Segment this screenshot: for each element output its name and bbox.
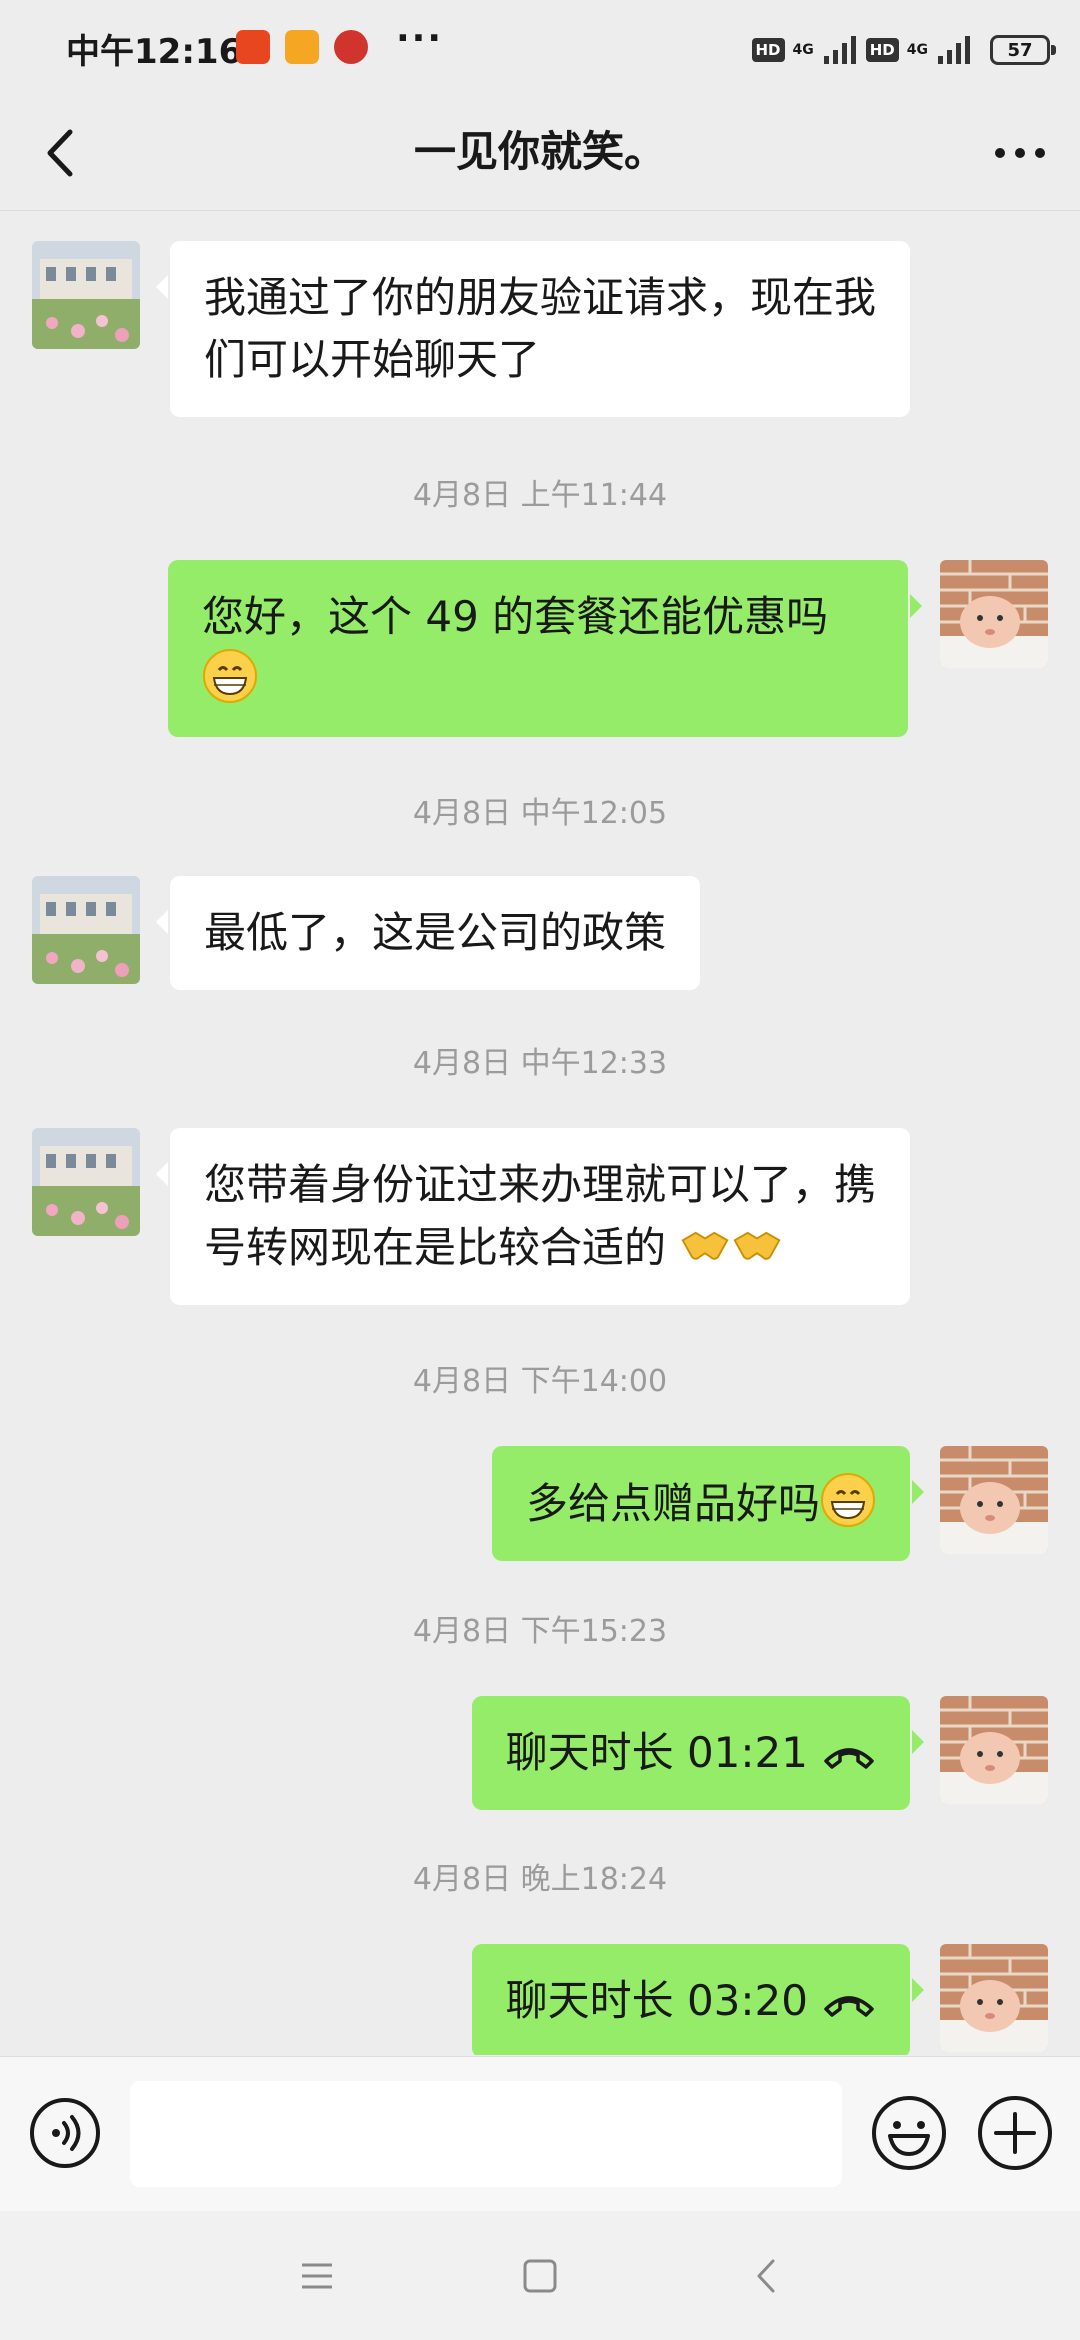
message-timestamp: 4月8日 下午15:23 bbox=[412, 1614, 668, 1649]
status-bar: 中午12:16 ··· HD 4G HD 4G 57 bbox=[0, 0, 1080, 96]
message-text: 您好，这个 49 的套餐还能优惠吗 bbox=[202, 592, 829, 641]
handshake-emoji-icon bbox=[681, 1231, 729, 1260]
handshake-emoji-icon bbox=[733, 1231, 781, 1260]
contact-avatar[interactable] bbox=[32, 241, 140, 349]
chat-title: 一见你就笑。 bbox=[413, 127, 666, 176]
status-time: 中午12:16 bbox=[66, 32, 243, 72]
emoji-icon[interactable] bbox=[870, 2094, 948, 2172]
message-bubble-outgoing[interactable]: 多给点赠品好吗 bbox=[491, 1446, 925, 1561]
phone-hangup-icon bbox=[824, 1748, 874, 1769]
battery-icon: 57 bbox=[990, 35, 1056, 65]
message-bubble-incoming[interactable]: 您带着身份证过来办理就可以了，携号转网现在是比较合适的 bbox=[156, 1128, 910, 1305]
plus-icon[interactable] bbox=[976, 2094, 1054, 2172]
back-triangle-icon[interactable] bbox=[743, 2251, 793, 2301]
message-bubble-outgoing[interactable]: 您好，这个 49 的套餐还能优惠吗 bbox=[168, 560, 922, 737]
message-text: 我通过了你的朋友验证请求，现在我们可以开始聊天了 bbox=[204, 273, 877, 384]
call-duration-text: 聊天时长 01:21 bbox=[505, 1728, 808, 1777]
call-record-bubble[interactable]: 聊天时长 01:21 bbox=[471, 1696, 925, 1810]
contact-avatar[interactable] bbox=[32, 1128, 140, 1236]
home-icon[interactable] bbox=[515, 2251, 565, 2301]
signal-icon bbox=[938, 36, 970, 64]
system-navigation-bar bbox=[0, 2211, 1080, 2340]
message-timestamp: 4月8日 晚上18:24 bbox=[412, 1862, 668, 1897]
app-notification-icon bbox=[285, 30, 319, 64]
chat-header: 一见你就笑。 bbox=[0, 96, 1080, 211]
my-avatar[interactable] bbox=[940, 1446, 1048, 1554]
message-text: 多给点赠品好吗 bbox=[525, 1479, 820, 1528]
status-more-icon: ··· bbox=[396, 18, 444, 59]
voice-icon[interactable] bbox=[28, 2096, 102, 2170]
message-text: 最低了，这是公司的政策 bbox=[204, 908, 667, 957]
call-duration-text: 聊天时长 03:20 bbox=[505, 1976, 808, 2025]
call-record-bubble[interactable]: 聊天时长 03:20 bbox=[471, 1944, 925, 2055]
chat-input-bar bbox=[0, 2056, 1080, 2211]
phone-hangup-icon bbox=[824, 1996, 874, 2017]
message-timestamp: 4月8日 下午14:00 bbox=[412, 1364, 668, 1399]
message-timestamp: 4月8日 中午12:33 bbox=[412, 1046, 668, 1081]
app-notification-icon bbox=[236, 30, 270, 64]
network-type: 4G bbox=[906, 42, 928, 58]
grin-emoji-icon bbox=[203, 649, 257, 703]
my-avatar[interactable] bbox=[940, 560, 1048, 668]
my-avatar[interactable] bbox=[940, 1944, 1048, 2052]
message-list[interactable]: 我通过了你的朋友验证请求，现在我们可以开始聊天了 4月8日 上午11:44 您好… bbox=[0, 212, 1080, 2055]
message-bubble-incoming[interactable]: 我通过了你的朋友验证请求，现在我们可以开始聊天了 bbox=[156, 241, 910, 417]
message-input[interactable] bbox=[130, 2081, 842, 2187]
message-timestamp: 4月8日 上午11:44 bbox=[412, 478, 668, 513]
hd-badge: HD bbox=[751, 38, 785, 62]
hd-badge: HD bbox=[865, 38, 899, 62]
grin-emoji-icon bbox=[821, 1473, 875, 1527]
app-notification-icon bbox=[334, 30, 368, 64]
status-indicators: HD 4G HD 4G 57 bbox=[751, 30, 1056, 70]
more-dots-icon[interactable] bbox=[980, 118, 1060, 188]
message-timestamp: 4月8日 中午12:05 bbox=[412, 796, 668, 831]
signal-icon bbox=[823, 36, 856, 64]
network-type: 4G bbox=[792, 42, 814, 58]
message-bubble-incoming[interactable]: 最低了，这是公司的政策 bbox=[155, 876, 701, 990]
contact-avatar[interactable] bbox=[32, 876, 140, 984]
menu-icon[interactable] bbox=[292, 2251, 342, 2301]
my-avatar[interactable] bbox=[940, 1696, 1048, 1804]
